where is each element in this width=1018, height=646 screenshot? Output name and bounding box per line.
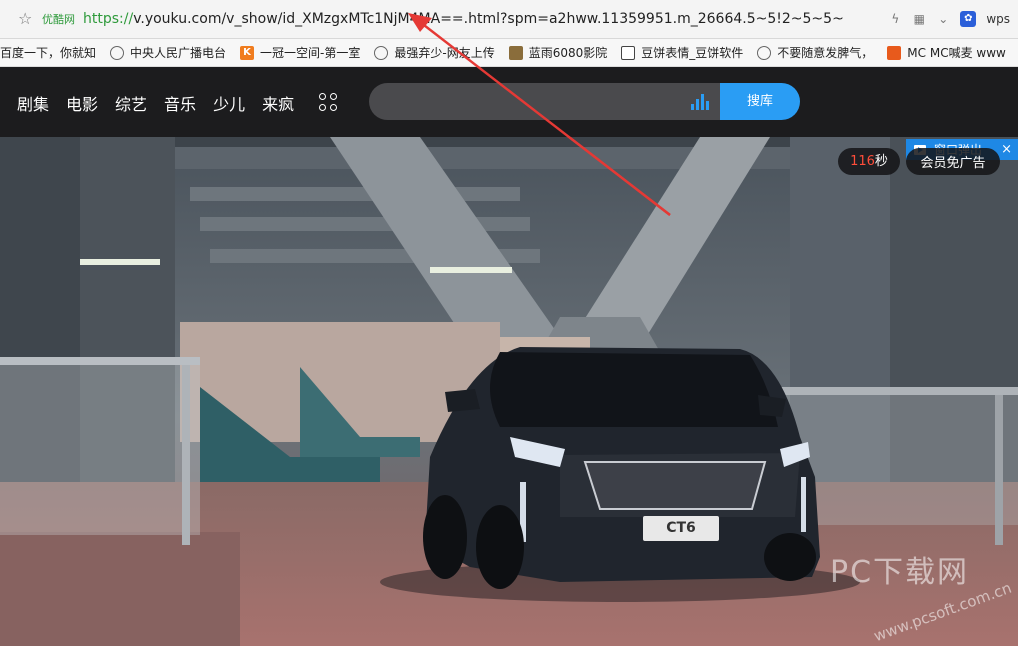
main-nav: 剧集 电影 综艺 音乐 少儿 来疯 <box>17 91 294 115</box>
address-bar[interactable]: ☆ 优酷网 https://v.youku.com/v_show/id_XMzg… <box>0 0 1018 39</box>
search-input[interactable] <box>369 83 721 120</box>
globe-icon <box>374 45 389 60</box>
youku-header: 剧集 电影 综艺 音乐 少儿 来疯 搜库 <box>0 67 1018 137</box>
fox-icon <box>887 45 902 60</box>
globe-icon <box>110 45 125 60</box>
close-icon[interactable]: × <box>1001 142 1012 157</box>
nav-item-variety[interactable]: 综艺 <box>115 91 147 115</box>
flash-icon[interactable]: ϟ <box>888 12 902 26</box>
bookmark-item[interactable]: 蓝雨6080影院 <box>508 44 607 61</box>
url-scheme: https:// <box>83 11 134 27</box>
k-icon: K <box>240 45 255 60</box>
video-player[interactable]: CT6 窗口弹出 × 116秒 会员免广告 PC下载网 www.pcsoft.c… <box>0 137 1018 646</box>
paw-icon[interactable]: ✿ <box>960 11 977 27</box>
nav-item-music[interactable]: 音乐 <box>164 91 196 115</box>
bookmark-item[interactable]: 中央人民广播电台 <box>110 44 226 61</box>
globe-icon <box>757 45 772 60</box>
nav-item-kids[interactable]: 少儿 <box>213 91 245 115</box>
watermark: PC下载网 www.pcsoft.com.cn <box>830 547 1014 645</box>
chevron-down-icon[interactable]: ⌄ <box>936 12 950 26</box>
more-categories-icon[interactable] <box>319 93 339 113</box>
nav-item-series[interactable]: 剧集 <box>17 91 49 115</box>
bookmark-item[interactable]: K 一冠一空间-第一室 <box>240 44 360 61</box>
url-text[interactable]: https://v.youku.com/v_show/id_XMzgxMTc1N… <box>83 11 843 27</box>
bookmark-item[interactable]: MC MC喊麦 www <box>887 44 1006 61</box>
countdown-number: 116 <box>850 154 875 169</box>
nav-item-laifeng[interactable]: 来疯 <box>262 91 294 115</box>
address-bar-tools: ϟ ▦ ⌄ ✿ wps <box>888 0 1018 38</box>
site-label: 优酷网 <box>42 13 75 26</box>
bookmark-item[interactable]: 豆饼表情_豆饼软件 <box>621 44 743 61</box>
ad-countdown: 116秒 <box>838 148 900 175</box>
vip-skip-ad-button[interactable]: 会员免广告 <box>906 148 1000 175</box>
bookmark-item[interactable]: 百度一下，你就知 <box>0 44 96 61</box>
search-button[interactable]: 搜库 <box>720 83 800 120</box>
bookmark-item[interactable]: 最强弃少-网友上传 <box>374 44 495 61</box>
url-path: v.youku.com/v_show/id_XMzgxMTc1NjM4MA==.… <box>133 11 843 27</box>
voice-search-icon[interactable] <box>691 94 709 110</box>
countdown-unit: 秒 <box>874 154 888 169</box>
qr-icon[interactable]: ▦ <box>912 12 926 26</box>
nav-item-movies[interactable]: 电影 <box>66 91 98 115</box>
star-icon[interactable]: ☆ <box>18 11 34 27</box>
wps-extension[interactable]: wps <box>986 12 1010 26</box>
face-icon <box>621 45 636 60</box>
bookmark-item[interactable]: 不要随意发脾气， <box>757 44 873 61</box>
bookmarks-bar: 百度一下，你就知 中央人民广播电台 K 一冠一空间-第一室 最强弃少-网友上传 蓝… <box>0 39 1018 67</box>
license-plate: CT6 <box>643 516 719 541</box>
watermark-title: PC下载网 <box>830 555 970 590</box>
image-icon <box>508 45 523 60</box>
